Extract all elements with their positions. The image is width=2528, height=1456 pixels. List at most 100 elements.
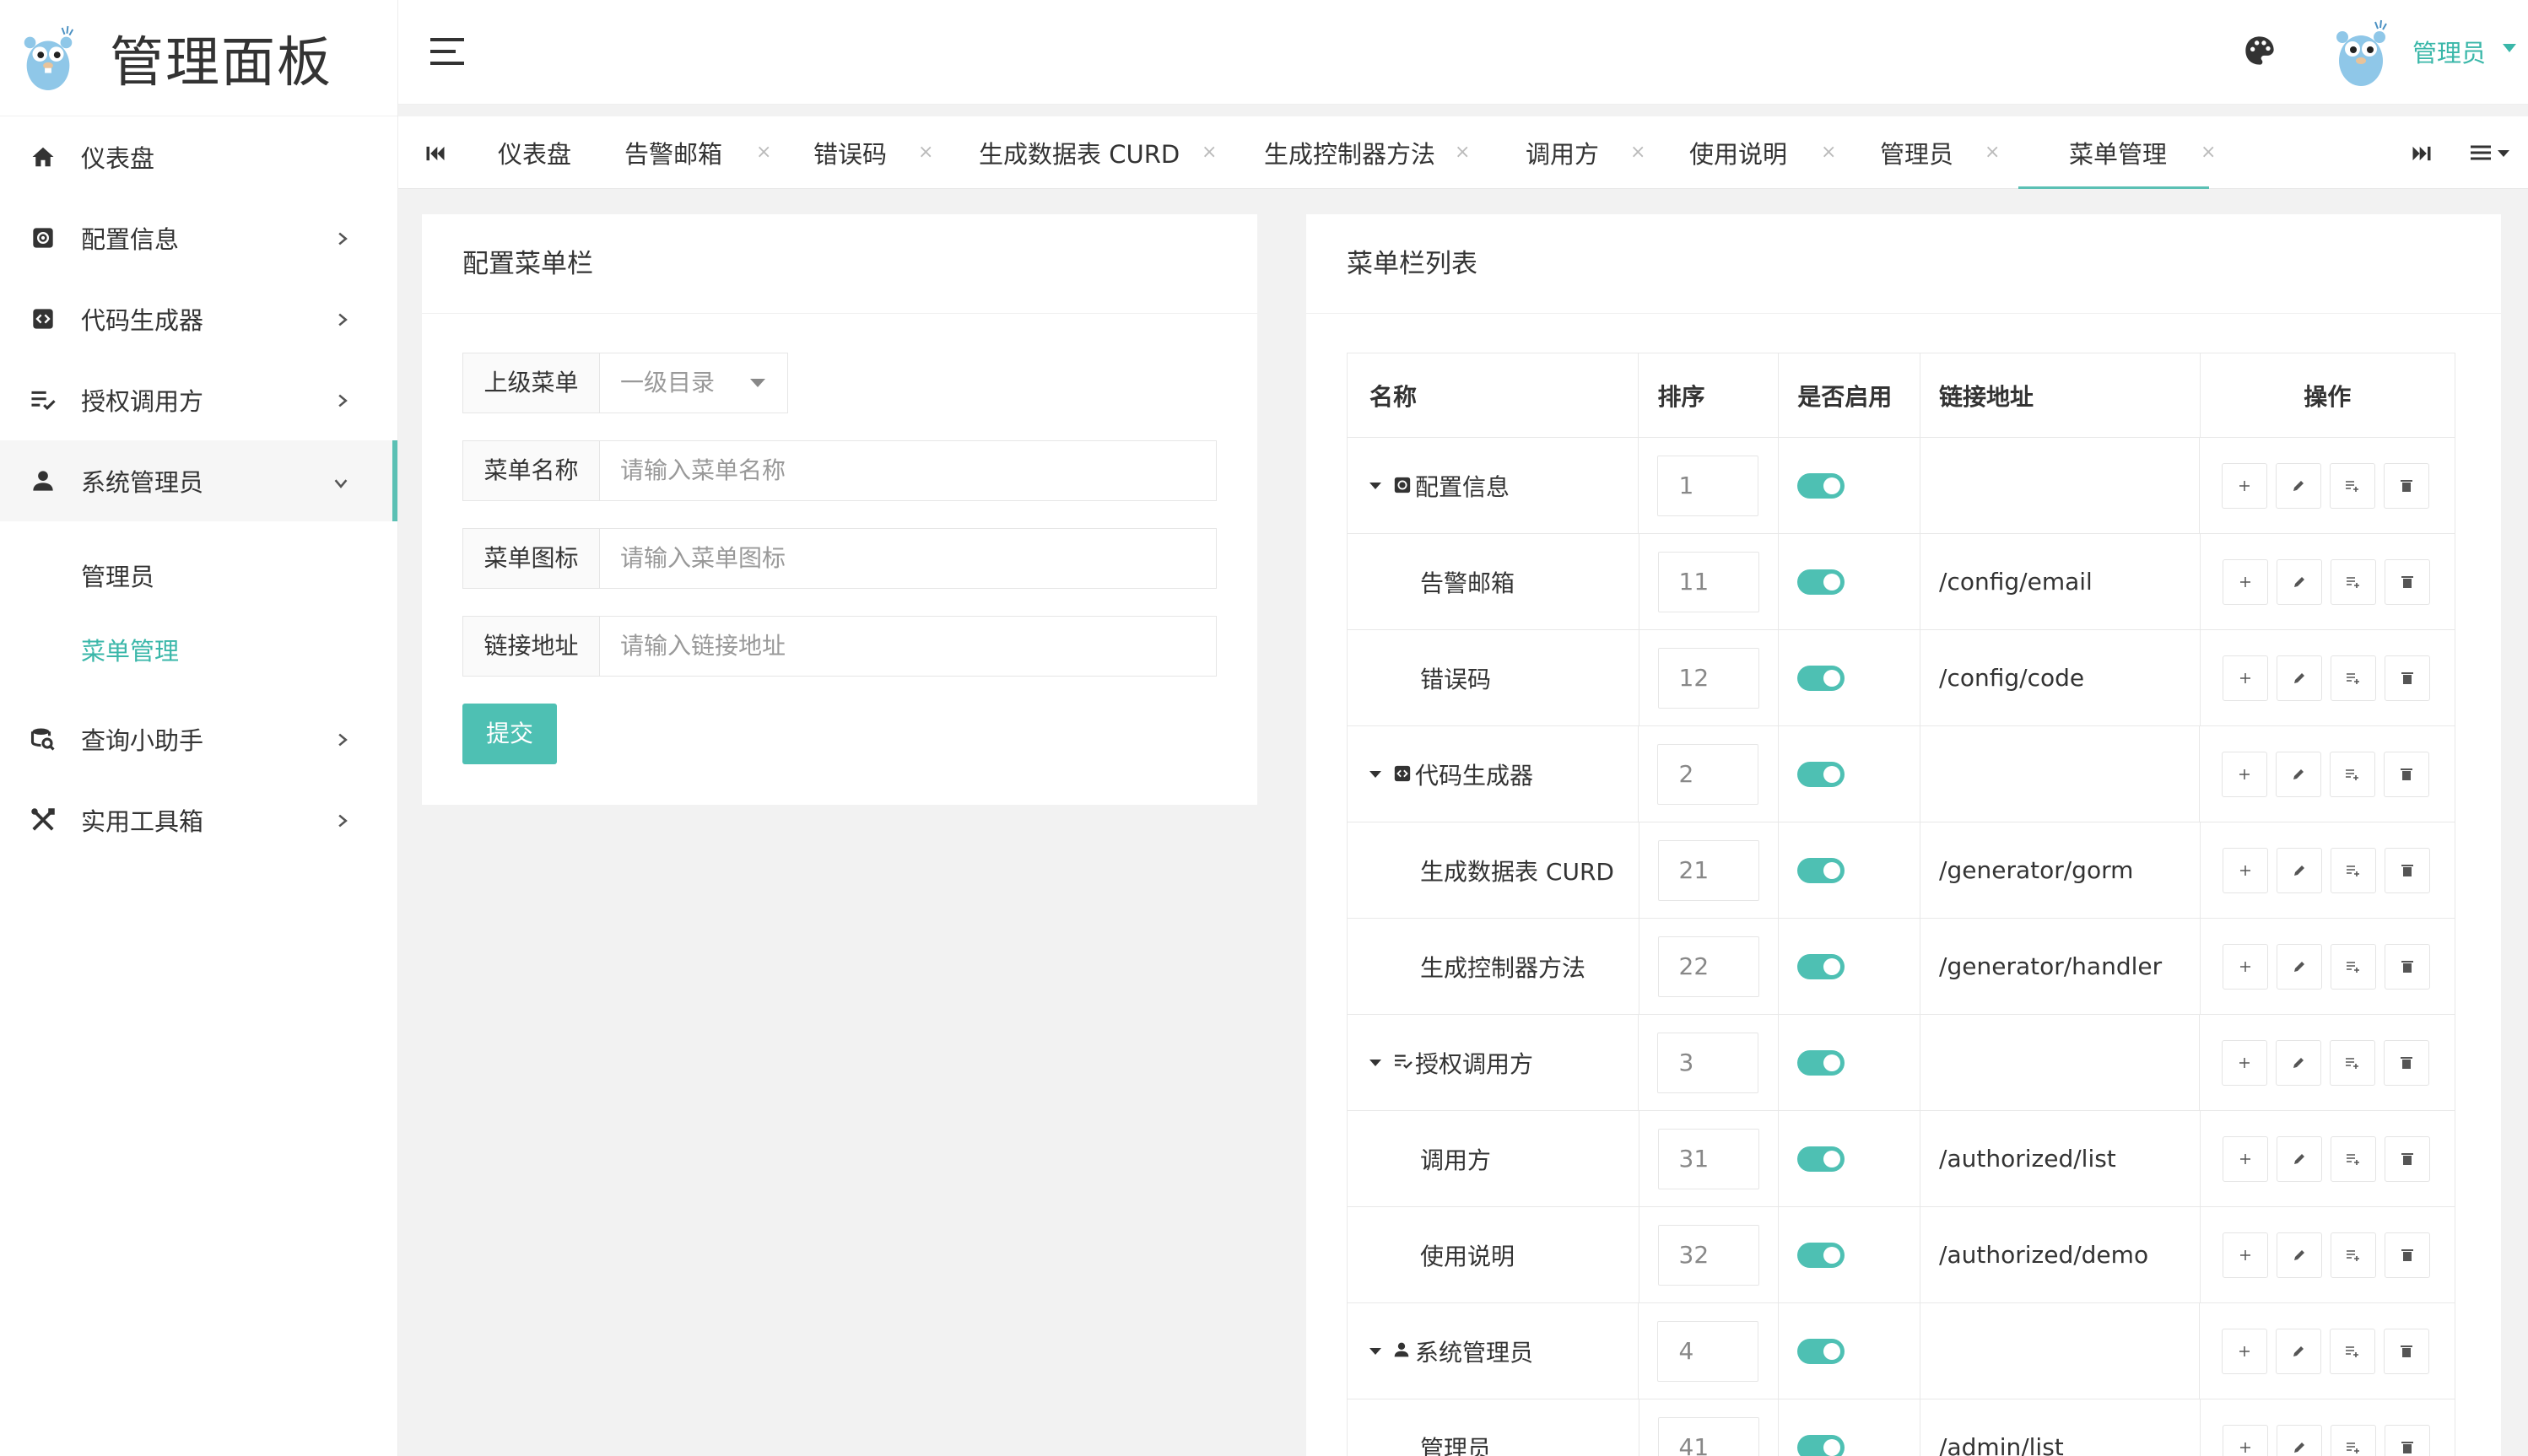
tab-menu-manage[interactable]: 菜单管理 × [2044, 116, 2231, 189]
insert-button[interactable] [2330, 558, 2376, 605]
edit-button[interactable] [2276, 462, 2322, 509]
tab-error-code[interactable]: 错误码 × [813, 116, 933, 189]
insert-button[interactable] [2330, 1039, 2376, 1086]
delete-button[interactable] [2384, 1232, 2430, 1278]
sidebar-item-dashboard[interactable]: 仪表盘 [0, 116, 397, 197]
delete-button[interactable] [2384, 462, 2430, 509]
insert-button[interactable] [2330, 943, 2376, 990]
add-child-button[interactable] [2222, 1039, 2268, 1086]
insert-button[interactable] [2330, 751, 2376, 797]
close-icon[interactable]: × [2201, 142, 2216, 163]
tab-usage[interactable]: 使用说明 × [1689, 116, 1836, 189]
edit-button[interactable] [2276, 655, 2322, 701]
insert-button[interactable] [2330, 1328, 2376, 1374]
edit-button[interactable] [2276, 847, 2322, 893]
parent-menu-select[interactable]: 上级菜单 一级目录 [462, 353, 788, 413]
close-icon[interactable]: × [1630, 142, 1645, 163]
edit-button[interactable] [2276, 558, 2322, 605]
enabled-toggle[interactable] [1797, 1242, 1845, 1268]
caret-down-icon[interactable] [2503, 44, 2516, 52]
enabled-toggle[interactable] [1797, 857, 1845, 883]
edit-button[interactable] [2276, 1039, 2322, 1086]
sidebar-subitem-admin[interactable]: 管理员 [0, 538, 397, 612]
tab-first-icon[interactable] [424, 142, 447, 165]
add-child-button[interactable] [2222, 1328, 2268, 1374]
tab-generator-gorm[interactable]: 生成数据表 CURD × [979, 116, 1217, 189]
sidebar-item-query-helper[interactable]: 查询小助手 [0, 698, 397, 779]
insert-button[interactable] [2330, 655, 2376, 701]
enabled-toggle[interactable] [1797, 1049, 1845, 1076]
enabled-toggle[interactable] [1797, 472, 1845, 499]
menu-toggle-icon[interactable] [429, 35, 466, 67]
sort-input[interactable]: 2 [1657, 743, 1759, 805]
sidebar-item-authorized[interactable]: 授权调用方 [0, 359, 397, 440]
tree-expand-icon[interactable] [1369, 482, 1385, 489]
sort-input[interactable]: 1 [1657, 455, 1759, 516]
sort-input[interactable]: 12 [1657, 647, 1759, 709]
enabled-toggle[interactable] [1797, 1338, 1845, 1364]
enabled-toggle[interactable] [1797, 761, 1845, 787]
delete-button[interactable] [2384, 1039, 2430, 1086]
edit-button[interactable] [2276, 1424, 2322, 1456]
parent-menu-value[interactable]: 一级目录 [600, 353, 715, 413]
enabled-toggle[interactable] [1797, 665, 1845, 691]
add-child-button[interactable] [2222, 1232, 2268, 1278]
close-icon[interactable]: × [1455, 142, 1470, 163]
avatar[interactable] [2327, 15, 2395, 91]
add-child-button[interactable] [2222, 1424, 2268, 1456]
sidebar-item-config[interactable]: 配置信息 [0, 197, 397, 278]
tab-menu-icon[interactable] [2469, 143, 2513, 162]
enabled-toggle[interactable] [1797, 1434, 1845, 1456]
add-child-button[interactable] [2222, 1135, 2268, 1182]
tab-alert-email[interactable]: 告警邮箱 × [624, 116, 771, 189]
sort-input[interactable]: 32 [1657, 1224, 1759, 1286]
insert-button[interactable] [2330, 1232, 2376, 1278]
insert-button[interactable] [2330, 1424, 2376, 1456]
delete-button[interactable] [2384, 1424, 2430, 1456]
sort-input[interactable]: 21 [1657, 839, 1759, 901]
enabled-toggle[interactable] [1797, 1146, 1845, 1172]
add-child-button[interactable] [2222, 558, 2268, 605]
close-icon[interactable]: × [1985, 142, 2000, 163]
tab-last-icon[interactable] [2410, 142, 2433, 165]
insert-button[interactable] [2330, 1135, 2376, 1182]
insert-button[interactable] [2330, 462, 2376, 509]
enabled-toggle[interactable] [1797, 953, 1845, 979]
add-child-button[interactable] [2222, 655, 2268, 701]
tab-admin[interactable]: 管理员 × [1880, 116, 2000, 189]
submit-button[interactable]: 提交 [462, 704, 557, 764]
delete-button[interactable] [2384, 655, 2430, 701]
delete-button[interactable] [2384, 1135, 2430, 1182]
edit-button[interactable] [2276, 943, 2322, 990]
link-url-input[interactable]: 请输入链接地址 [600, 617, 1216, 676]
add-child-button[interactable] [2222, 847, 2268, 893]
user-name[interactable]: 管理员 [2412, 34, 2486, 69]
tab-caller[interactable]: 调用方 × [1526, 116, 1645, 189]
delete-button[interactable] [2384, 1328, 2430, 1374]
delete-button[interactable] [2384, 558, 2430, 605]
edit-button[interactable] [2276, 751, 2322, 797]
sort-input[interactable]: 41 [1657, 1416, 1759, 1456]
close-icon[interactable]: × [1202, 142, 1217, 163]
tree-expand-icon[interactable] [1369, 1059, 1385, 1066]
add-child-button[interactable] [2222, 462, 2268, 509]
close-icon[interactable]: × [756, 142, 771, 163]
edit-button[interactable] [2276, 1135, 2322, 1182]
palette-icon[interactable] [2243, 34, 2277, 67]
menu-name-input[interactable]: 请输入菜单名称 [600, 441, 1216, 500]
sort-input[interactable]: 31 [1657, 1128, 1759, 1189]
close-icon[interactable]: × [1821, 142, 1836, 163]
insert-button[interactable] [2330, 847, 2376, 893]
tab-dashboard[interactable]: 仪表盘 [498, 116, 571, 189]
sort-input[interactable]: 3 [1657, 1032, 1759, 1093]
delete-button[interactable] [2384, 847, 2430, 893]
enabled-toggle[interactable] [1797, 569, 1845, 595]
add-child-button[interactable] [2222, 751, 2268, 797]
add-child-button[interactable] [2222, 943, 2268, 990]
sort-input[interactable]: 11 [1657, 551, 1759, 612]
sidebar-item-sysadmin[interactable]: 系统管理员 [0, 440, 397, 521]
delete-button[interactable] [2384, 751, 2430, 797]
sidebar-item-toolbox[interactable]: 实用工具箱 [0, 779, 397, 860]
tree-expand-icon[interactable] [1369, 770, 1385, 778]
sidebar-subitem-menu-manage[interactable]: 菜单管理 [0, 612, 397, 687]
